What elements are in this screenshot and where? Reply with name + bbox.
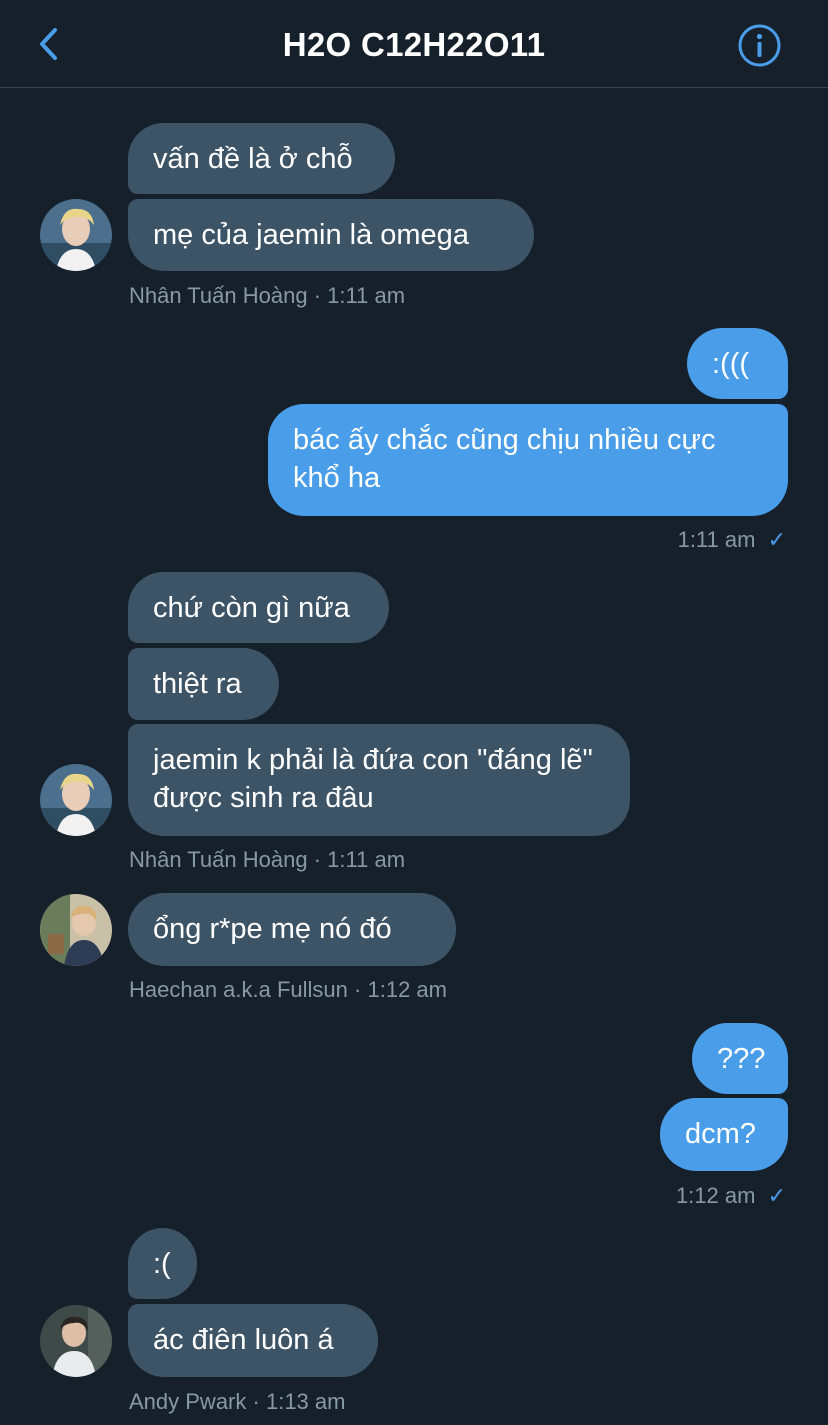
chat-header: H2O C12H22O11 xyxy=(0,0,828,88)
sender-name: Nhân Tuấn Hoàng xyxy=(129,283,308,308)
avatar[interactable] xyxy=(40,764,112,836)
info-circle-icon[interactable] xyxy=(737,23,782,68)
meta-separator: · xyxy=(354,977,368,1002)
sender-name: Haechan a.k.a Fullsun xyxy=(129,977,348,1002)
sent-check-icon: ✓ xyxy=(767,1183,786,1208)
message-bubble[interactable]: ác điên luôn á xyxy=(128,1304,378,1377)
message-meta: Nhân Tuấn Hoàng · 1:11 am xyxy=(129,283,405,309)
sender-name: Nhân Tuấn Hoàng xyxy=(129,847,308,872)
message-meta: 1:11 am ✓ xyxy=(678,527,786,553)
message-bubble[interactable]: dcm? xyxy=(660,1098,788,1171)
message-time: 1:11 am xyxy=(327,847,406,872)
message-meta: Andy Pwark · 1:13 am xyxy=(129,1389,345,1415)
message-bubble[interactable]: ??? xyxy=(692,1023,788,1094)
message-time: 1:11 am xyxy=(677,527,756,552)
avatar[interactable] xyxy=(40,1305,112,1377)
message-bubble[interactable]: :((( xyxy=(687,328,788,399)
message-time: 1:11 am xyxy=(327,283,406,308)
message-time: 1:13 am xyxy=(265,1389,346,1414)
message-meta: Nhân Tuấn Hoàng · 1:11 am xyxy=(129,847,405,873)
message-bubble[interactable]: :( xyxy=(128,1228,197,1299)
message-time: 1:12 am xyxy=(367,977,447,1002)
message-bubble[interactable]: bác ấy chắc cũng chịu nhiều cực khổ ha xyxy=(268,404,788,516)
meta-separator: · xyxy=(313,847,328,872)
conversation-title: H2O C12H22O11 xyxy=(282,26,546,63)
sender-name: Andy Pwark xyxy=(129,1389,247,1414)
message-bubble[interactable]: mẹ của jaemin là omega xyxy=(128,199,534,271)
message-bubble[interactable]: chứ còn gì nữa xyxy=(128,572,389,643)
message-bubble[interactable]: thiệt ra xyxy=(128,648,279,720)
avatar[interactable] xyxy=(40,894,112,966)
message-bubble[interactable]: ổng r*pe mẹ nó đó xyxy=(128,893,456,966)
message-meta: 1:12 am ✓ xyxy=(676,1183,786,1209)
sent-check-icon: ✓ xyxy=(767,527,786,552)
meta-separator: · xyxy=(313,283,328,308)
avatar[interactable] xyxy=(40,199,112,271)
message-meta: Haechan a.k.a Fullsun · 1:12 am xyxy=(129,977,447,1003)
message-time: 1:12 am xyxy=(675,1183,756,1208)
meta-separator: · xyxy=(252,1389,266,1414)
message-bubble[interactable]: jaemin k phải là đứa con "đáng lẽ" được … xyxy=(128,724,630,836)
message-bubble[interactable]: vấn đề là ở chỗ xyxy=(128,123,395,194)
